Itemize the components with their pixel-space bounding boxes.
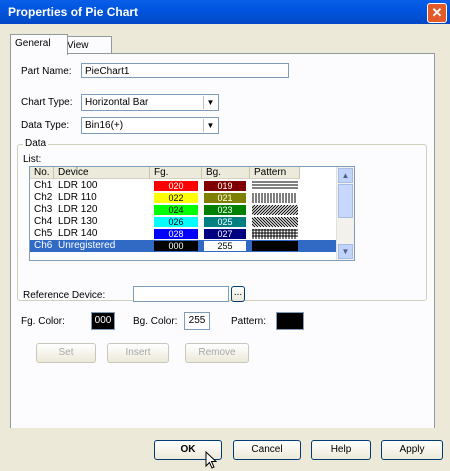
- general-tab-panel: Part Name: PieChart1 Chart Type: Horizon…: [10, 53, 435, 430]
- list-label: List:: [23, 154, 42, 165]
- row-device: LDR 130: [58, 216, 98, 227]
- pattern-swatch-icon: [252, 193, 296, 203]
- data-type-label: Data Type:: [21, 120, 70, 131]
- properties-dialog: Properties of Pie Chart ✕ General View P…: [0, 0, 450, 471]
- data-type-select[interactable]: Bin16(+) ▼: [81, 117, 219, 134]
- pattern-swatch-icon: [252, 241, 298, 251]
- set-button[interactable]: Set: [36, 343, 96, 363]
- row-pattern: [252, 241, 298, 253]
- browse-button[interactable]: ...: [231, 286, 245, 302]
- pattern-box[interactable]: [276, 312, 304, 330]
- scroll-thumb[interactable]: [338, 184, 353, 218]
- dialog-footer: OK Cancel Help Apply: [0, 428, 450, 471]
- help-button[interactable]: Help: [311, 440, 371, 460]
- apply-button[interactable]: Apply: [381, 440, 443, 460]
- row-bg-color: 021: [204, 193, 246, 203]
- reference-device-label: Reference Device:: [23, 290, 106, 301]
- fg-color-label: Fg. Color:: [21, 316, 65, 327]
- window-title: Properties of Pie Chart: [8, 5, 139, 19]
- close-button[interactable]: ✕: [427, 3, 447, 23]
- row-fg-color: 026: [154, 217, 198, 227]
- bg-color-label: Bg. Color:: [133, 316, 178, 327]
- mouse-cursor-icon: [205, 451, 217, 469]
- pattern-swatch-icon: [241, 204, 307, 216]
- column-header-no[interactable]: No.: [30, 167, 54, 179]
- row-channel: Ch6: [34, 240, 53, 251]
- bg-color-box[interactable]: 255: [184, 312, 210, 330]
- row-bg-color: 019: [204, 181, 246, 191]
- column-header-pattern[interactable]: Pattern: [250, 167, 300, 179]
- insert-button[interactable]: Insert: [107, 343, 169, 363]
- row-fg-color: 024: [154, 205, 198, 215]
- list-row[interactable]: Ch5 LDR 140 028 027: [30, 228, 336, 240]
- list-scrollbar[interactable]: ▲ ▼: [336, 167, 354, 260]
- row-device: LDR 100: [58, 180, 98, 191]
- part-name-input[interactable]: PieChart1: [81, 63, 289, 78]
- remove-button[interactable]: Remove: [185, 343, 249, 363]
- tab-general[interactable]: General: [10, 34, 68, 55]
- column-header-fg[interactable]: Fg.: [150, 167, 202, 179]
- list-row[interactable]: Ch2 LDR 110 022 021: [30, 192, 336, 204]
- row-device: Unregistered: [58, 240, 116, 251]
- column-header-bg[interactable]: Bg.: [202, 167, 250, 179]
- row-channel: Ch2: [34, 192, 53, 203]
- data-type-value: Bin16(+): [85, 120, 124, 131]
- row-channel: Ch4: [34, 216, 53, 227]
- column-header-device[interactable]: Device: [54, 167, 150, 179]
- pattern-swatch-icon: [252, 229, 298, 239]
- scroll-up-icon[interactable]: ▲: [338, 168, 353, 183]
- title-bar[interactable]: Properties of Pie Chart ✕: [0, 0, 450, 24]
- pattern-swatch-icon: [252, 181, 298, 189]
- list-row[interactable]: Ch3 LDR 120 024 023: [30, 204, 336, 216]
- row-bg-color: 025: [204, 217, 246, 227]
- row-fg-color: 000: [154, 241, 198, 251]
- chart-type-select[interactable]: Horizontal Bar ▼: [81, 94, 219, 111]
- chart-type-label: Chart Type:: [21, 97, 73, 108]
- data-list[interactable]: No. Device Fg. Bg. Pattern Ch1 LDR 100 020…: [29, 166, 355, 261]
- list-row[interactable]: Ch1 LDR 100 020 019: [30, 180, 336, 192]
- chart-type-value: Horizontal Bar: [85, 97, 149, 108]
- row-fg-color: 022: [154, 193, 198, 203]
- row-device: LDR 110: [58, 192, 97, 203]
- pattern-swatch-icon: [241, 216, 307, 228]
- scroll-down-icon[interactable]: ▼: [338, 244, 353, 259]
- row-bg-color: 027: [204, 229, 246, 239]
- row-channel: Ch5: [34, 228, 53, 239]
- row-fg-color: 028: [154, 229, 198, 239]
- row-channel: Ch1: [34, 180, 53, 191]
- cancel-button[interactable]: Cancel: [233, 440, 301, 460]
- row-device: LDR 120: [58, 204, 98, 215]
- row-fg-color: 020: [154, 181, 198, 191]
- reference-device-input[interactable]: [133, 286, 229, 302]
- part-name-label: Part Name:: [21, 66, 72, 77]
- chevron-down-icon: ▼: [203, 96, 217, 109]
- list-row[interactable]: Ch4 LDR 130 026 025: [30, 216, 336, 228]
- fg-color-box[interactable]: 000: [91, 312, 115, 330]
- data-group-title: Data: [23, 138, 49, 149]
- list-row[interactable]: Ch6 Unregistered 000 255: [30, 240, 336, 252]
- row-device: LDR 140: [58, 228, 98, 239]
- row-bg-color: 023: [204, 205, 246, 215]
- chevron-down-icon: ▼: [203, 119, 217, 132]
- close-icon: ✕: [431, 5, 443, 20]
- pattern-label: Pattern:: [231, 316, 267, 327]
- row-channel: Ch3: [34, 204, 53, 215]
- row-bg-color: 255: [204, 241, 246, 251]
- tab-view[interactable]: View: [62, 36, 112, 54]
